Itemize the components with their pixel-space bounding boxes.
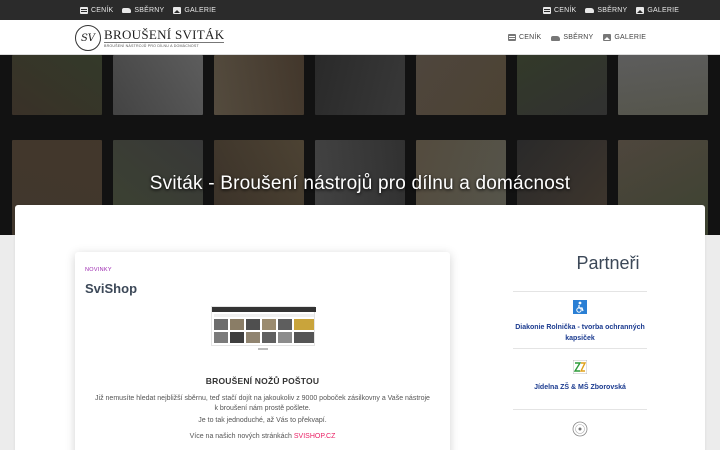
hero-photo-tile [12, 55, 102, 115]
main-nav: CENÍK SBĚRNY GALERIE [508, 20, 646, 55]
top-link-sberny[interactable]: SBĚRNY [585, 7, 627, 14]
shop-screenshot-image [212, 307, 316, 343]
post-paragraph: Více na našich nových stránkách SVISHOP.… [95, 432, 430, 442]
post-category[interactable]: NOVINKY [85, 267, 112, 273]
nav-label: GALERIE [614, 34, 647, 41]
divider [513, 409, 647, 410]
nav-galerie[interactable]: GALERIE [603, 34, 646, 41]
top-link-label: SBĚRNY [134, 6, 165, 14]
gallery-icon [603, 34, 612, 41]
post-title[interactable]: SviShop [85, 281, 137, 296]
svishop-link[interactable]: SVISHOP.CZ [294, 433, 336, 440]
logo-seal-icon: SV [75, 25, 101, 51]
top-link-label: CENÍK [91, 6, 114, 14]
partner-name: Diakonie Rolnička - tvorba ochranných ka… [515, 324, 645, 342]
divider [513, 291, 647, 292]
top-link-galerie[interactable]: GALERIE [173, 6, 217, 14]
site-header: SV BROUŠENÍ SVITÁK BROUŠENÍ NÁSTROJŮ PRO… [0, 20, 720, 55]
hero-photo-tile [315, 55, 405, 115]
top-link-label: GALERIE [184, 6, 217, 14]
car-icon [122, 8, 132, 13]
hero-photo-tile [113, 55, 203, 115]
partner-item[interactable]: Diakonie Rolnička - tvorba ochranných ka… [513, 300, 647, 344]
wheelchair-icon [573, 300, 587, 314]
post-card: NOVINKY SviShop BROUŠENÍ NOŽŮ POŠTOU Již… [75, 252, 450, 450]
post-link-intro: Více na našich nových stránkách [189, 433, 294, 440]
car-icon [585, 8, 595, 13]
school-logo-icon [572, 359, 588, 375]
divider [513, 348, 647, 349]
partner-item[interactable] [513, 421, 647, 442]
post-heading: BROUŠENÍ NOŽŮ POŠTOU [205, 376, 320, 386]
gallery-icon [173, 6, 182, 14]
hero-photo-tile [618, 55, 708, 115]
logo-title: BROUŠENÍ SVITÁK [104, 27, 225, 42]
hero-title: Sviták - Broušení nástrojů pro dílnu a d… [149, 173, 571, 194]
top-link-galerie[interactable]: GALERIE [636, 6, 680, 14]
pricelist-icon [543, 6, 551, 14]
pricelist-icon [80, 6, 88, 14]
gallery-icon [636, 6, 645, 14]
post-paragraph: Již nemusíte hledat nejbližší sběrnu, te… [95, 395, 430, 412]
site-logo[interactable]: SV BROUŠENÍ SVITÁK BROUŠENÍ NÁSTROJŮ PRO… [75, 24, 225, 52]
pricelist-icon [508, 34, 516, 41]
nav-cenik[interactable]: CENÍK [508, 34, 541, 41]
top-link-label: SBĚRNY [597, 6, 628, 14]
partner-name: Jídelna ZŠ & MŠ Zborovská [534, 384, 626, 391]
top-link-label: GALERIE [647, 6, 680, 14]
hero-photo-tile [517, 55, 607, 115]
top-link-label: CENÍK [554, 6, 577, 14]
post-thumbnail[interactable] [211, 306, 316, 346]
post-paragraph: Je to tak jednoduché, až Vás to překvapí… [198, 417, 327, 424]
top-utility-bar: CENÍK SBĚRNY GALERIE CENÍK SBĚRNY GALERI… [0, 0, 720, 20]
seal-logo-icon [572, 421, 588, 437]
sidebar-title: Partneři [576, 253, 640, 273]
top-links-left: CENÍK SBĚRNY GALERIE [80, 0, 216, 20]
top-links-right: CENÍK SBĚRNY GALERIE [543, 0, 679, 20]
nav-sberny[interactable]: SBĚRNY [551, 34, 593, 41]
content-card: NOVINKY SviShop BROUŠENÍ NOŽŮ POŠTOU Již… [15, 205, 705, 450]
hero-photo-tile [214, 55, 304, 115]
top-link-cenik[interactable]: CENÍK [80, 6, 114, 14]
nav-label: SBĚRNY [563, 34, 594, 41]
top-link-cenik[interactable]: CENÍK [543, 6, 577, 14]
logo-text: BROUŠENÍ SVITÁK BROUŠENÍ NÁSTROJŮ PRO DÍ… [104, 27, 225, 48]
nav-label: CENÍK [519, 34, 542, 41]
thumbnail-caption [258, 348, 268, 350]
top-link-sberny[interactable]: SBĚRNY [122, 7, 164, 14]
car-icon [551, 35, 561, 41]
logo-subtitle: BROUŠENÍ NÁSTROJŮ PRO DÍLNU A DOMÁCNOST [104, 42, 225, 48]
partner-item[interactable]: Jídelna ZŠ & MŠ Zborovská [513, 359, 647, 393]
hero-photo-tile [416, 55, 506, 115]
